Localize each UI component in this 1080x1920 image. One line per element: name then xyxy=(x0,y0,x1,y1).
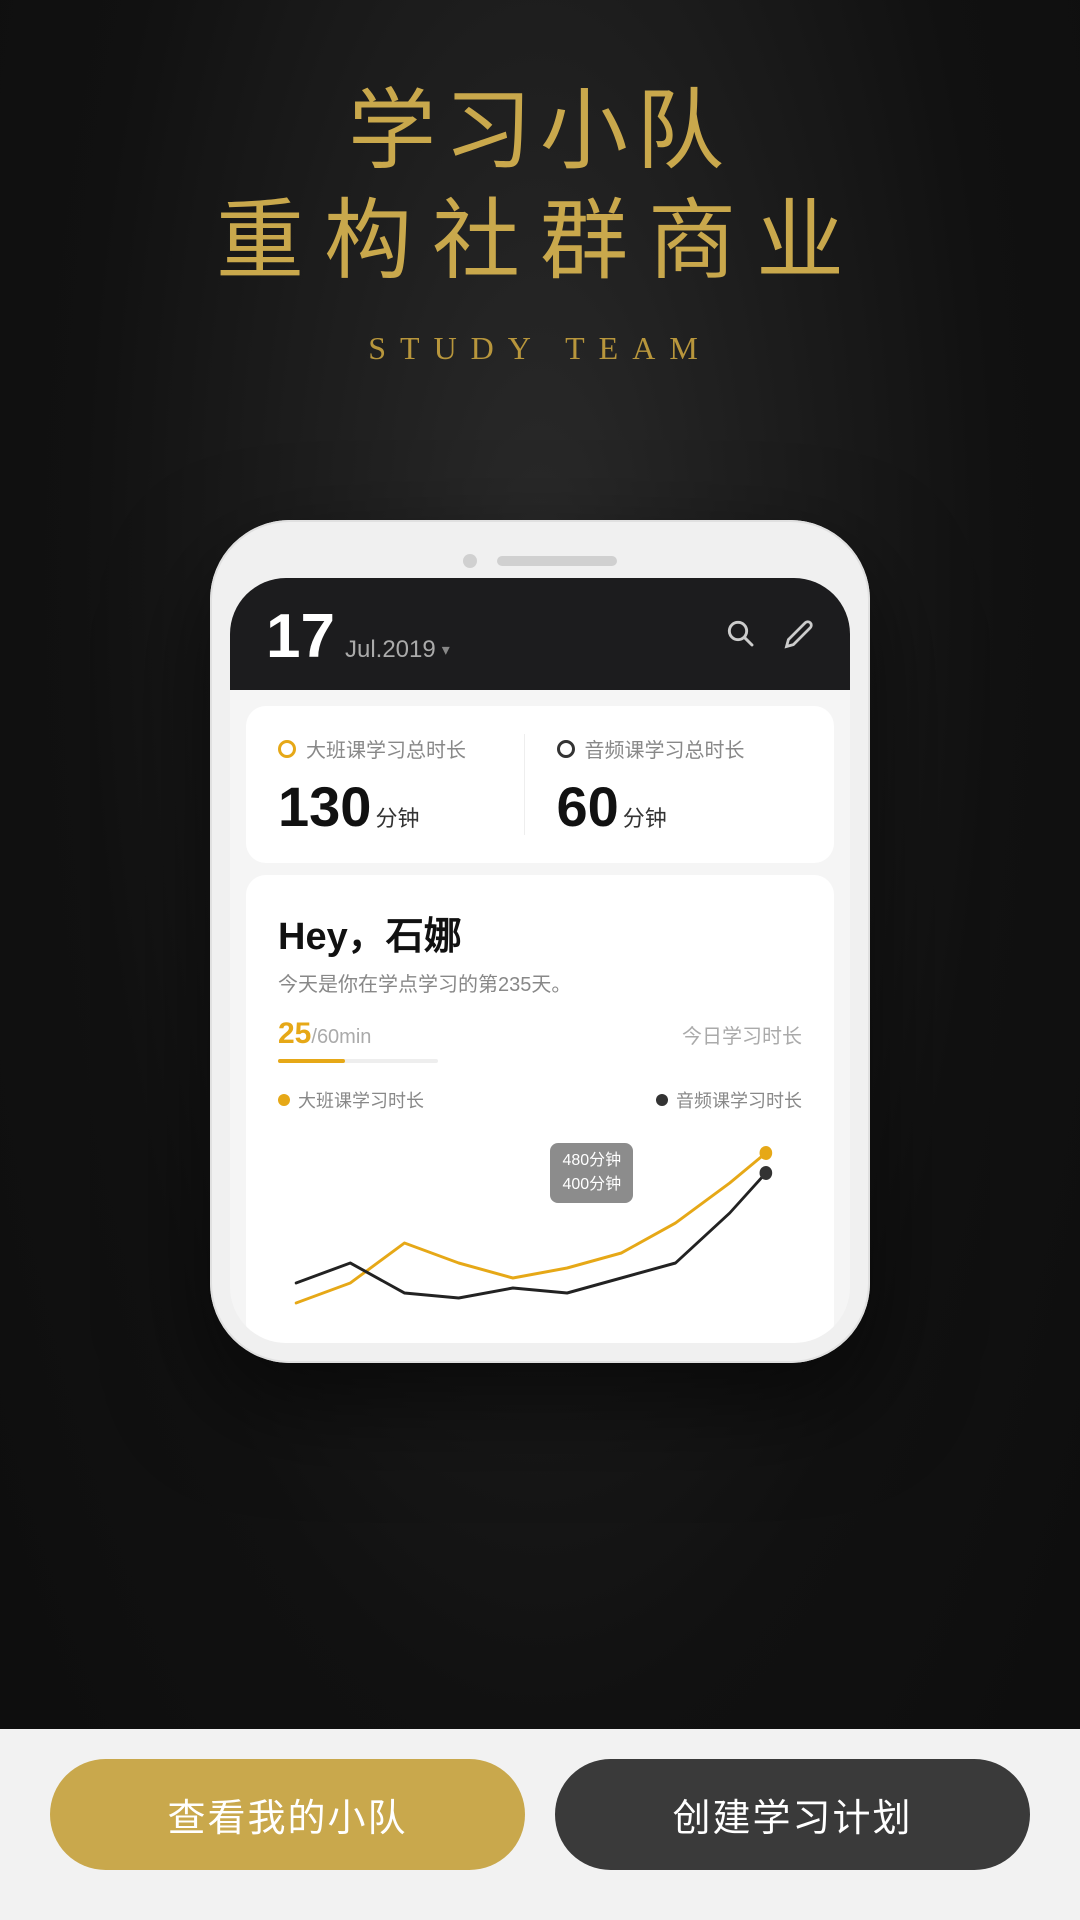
progress-bar-bg xyxy=(278,1059,438,1063)
progress-label: 今日学习时长 xyxy=(682,1020,802,1049)
greeting-subtitle: 今天是你在学点学习的第235天。 xyxy=(278,968,802,997)
progress-bar-fill xyxy=(278,1059,345,1063)
stats-item-class: 大班课学习总时长 130 分钟 xyxy=(278,734,524,835)
progress-row: 25/60min 今日学习时长 xyxy=(278,1017,802,1051)
chart-svg xyxy=(278,1123,802,1343)
stats-label-1: 大班课学习总时长 xyxy=(306,734,466,763)
stats-num-1: 130 xyxy=(278,779,371,835)
hero-subtitle: STUDY TEAM xyxy=(0,330,1080,367)
phone-mockup: 17 Jul.2019 ▾ xyxy=(210,520,870,1363)
legend-class-label: 大班课学习时长 xyxy=(298,1087,424,1113)
hero-section: 学习小队 重构社群商业 STUDY TEAM xyxy=(0,80,1080,367)
hero-title-2: 重构社群商业 xyxy=(0,186,1080,300)
header-month: Jul.2019 ▾ xyxy=(345,636,450,664)
hero-title-1: 学习小队 xyxy=(0,80,1080,186)
search-icon[interactable] xyxy=(724,616,756,658)
speaker xyxy=(497,556,617,566)
stats-num-2: 60 xyxy=(557,779,619,835)
legend-audio: 音频课学习时长 xyxy=(656,1087,802,1113)
greeting-title: Hey，石娜 xyxy=(278,905,802,960)
legend-black-dot xyxy=(656,1094,668,1106)
edit-icon[interactable] xyxy=(784,616,814,658)
chart-tooltip: 480分钟 400分钟 xyxy=(550,1143,633,1203)
phone-outer: 17 Jul.2019 ▾ xyxy=(210,520,870,1363)
bottom-bar: 查看我的小队 创建学习计划 xyxy=(0,1729,1080,1920)
stats-value-row-2: 60 分钟 xyxy=(557,779,803,835)
chart-legend: 大班课学习时长 音频课学习时长 xyxy=(278,1087,802,1113)
dropdown-arrow-icon: ▾ xyxy=(442,640,450,660)
yellow-dot-icon xyxy=(278,740,296,758)
legend-yellow-dot xyxy=(278,1094,290,1106)
stats-item-audio: 音频课学习总时长 60 分钟 xyxy=(524,734,803,835)
date-section: 17 Jul.2019 ▾ xyxy=(266,606,450,668)
view-team-button[interactable]: 查看我的小队 xyxy=(50,1759,525,1870)
phone-screen: 17 Jul.2019 ▾ xyxy=(230,578,850,1343)
front-camera xyxy=(463,554,477,568)
stats-label-row-1: 大班课学习总时长 xyxy=(278,734,524,763)
hey-card: Hey，石娜 今天是你在学点学习的第235天。 25/60min 今日学习时长 … xyxy=(246,875,834,1343)
black-dot-icon xyxy=(557,740,575,758)
stats-unit-1: 分钟 xyxy=(375,801,419,833)
stats-label-row-2: 音频课学习总时长 xyxy=(557,734,803,763)
tooltip-line1: 480分钟 xyxy=(562,1149,621,1173)
stats-unit-2: 分钟 xyxy=(623,801,667,833)
stats-value-row-1: 130 分钟 xyxy=(278,779,524,835)
stats-card: 大班课学习总时长 130 分钟 音频课学习总时长 60 分钟 xyxy=(246,706,834,863)
screen-header: 17 Jul.2019 ▾ xyxy=(230,578,850,690)
chart-area: 480分钟 400分钟 xyxy=(278,1123,802,1343)
progress-value: 25/60min xyxy=(278,1017,371,1051)
phone-top-bar xyxy=(230,540,850,578)
header-day: 17 xyxy=(266,606,335,668)
legend-audio-label: 音频课学习时长 xyxy=(676,1087,802,1113)
tooltip-line2: 400分钟 xyxy=(562,1173,621,1197)
header-actions xyxy=(724,616,814,658)
legend-class: 大班课学习时长 xyxy=(278,1087,424,1113)
create-plan-button[interactable]: 创建学习计划 xyxy=(555,1759,1030,1870)
stats-label-2: 音频课学习总时长 xyxy=(585,734,745,763)
